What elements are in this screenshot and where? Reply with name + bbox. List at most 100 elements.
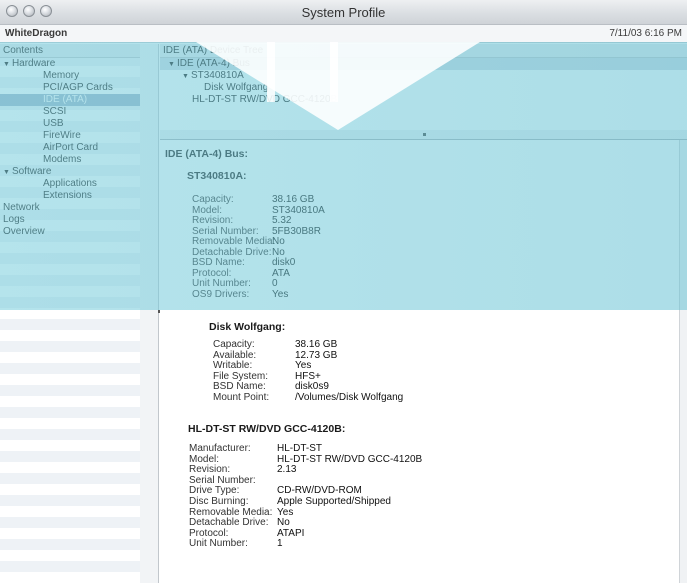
sidebar-item-label: AirPort Card <box>43 142 99 153</box>
info-bar: WhiteDragon 7/11/03 6:16 PM <box>0 25 687 43</box>
device-tree-header: IDE (ATA) Device Tree <box>160 44 687 58</box>
device-tree-list: ▼ IDE (ATA-4) Bus ▼ ST340810A Disk Wolfgang H… <box>160 58 687 106</box>
sidebar-header: Contents <box>0 44 140 58</box>
detail-field-row: Revision: 5.32 <box>192 216 291 226</box>
detail-pane: IDE (ATA-4) Bus: ST340810A: Disk Wolfgan… <box>160 140 680 583</box>
sidebar-item-label: SCSI <box>43 106 67 117</box>
detail-field-row: Manufacturer: HL-DT-ST <box>189 444 322 454</box>
field-value: 0 <box>272 278 278 289</box>
field-label: Available: <box>213 349 257 361</box>
field-value: 12.73 GB <box>295 349 338 361</box>
device-tree-row[interactable]: Disk Wolfgang <box>160 82 687 94</box>
detail-field-row: Model: ST340810A <box>192 204 325 216</box>
detail-field-row: File System: HFS+ <box>213 370 321 382</box>
detail-field-row: Writable: Yes <box>213 361 311 371</box>
sidebar-item-label: Network <box>3 202 40 213</box>
detail-field-row: Unit Number: 1 <box>189 539 283 549</box>
sidebar-item[interactable]: Overview <box>0 226 140 238</box>
sidebar-item[interactable]: Modems <box>0 154 140 166</box>
disclosure-triangle-icon[interactable]: ▼ <box>3 61 10 68</box>
sidebar-item[interactable]: Extensions <box>0 190 140 202</box>
device-tree-label: IDE (ATA-4) Bus <box>176 58 250 69</box>
detail-scrollbar[interactable] <box>679 140 687 583</box>
sidebar-item-label: Hardware <box>11 58 56 69</box>
field-label: Revision: <box>189 464 231 476</box>
device-tree-row[interactable]: ▼ ST340810A <box>160 70 687 82</box>
detail-field-row: Removable Media: Yes <box>189 507 293 518</box>
field-label: Detachable Drive: <box>192 246 272 258</box>
field-label: Serial Number: <box>189 474 256 486</box>
detail-field-row: Detachable Drive:No <box>192 246 285 258</box>
sidebar-item[interactable]: Applications <box>0 178 140 190</box>
device-tree-label: Disk Wolfgang <box>204 82 269 93</box>
device-tree-label: ST340810A <box>190 70 244 81</box>
field-value: ST340810A <box>272 204 325 216</box>
sidebar-item[interactable]: Logs <box>0 214 140 226</box>
sidebar-item[interactable]: USB <box>0 118 140 130</box>
volume-title: Disk Wolfgang: <box>209 321 286 333</box>
device-tree-pane: IDE (ATA) Device Tree ▼ IDE (ATA-4) Bus ▼ S… <box>160 44 687 131</box>
detail-field-row: BSD Name: disk0 <box>192 258 295 268</box>
field-label: BSD Name: <box>213 381 266 393</box>
sidebar-item[interactable]: AirPort Card <box>0 142 140 154</box>
title-bar: System Profile <box>0 0 687 25</box>
field-value: HFS+ <box>295 370 321 382</box>
detail-field-row: Capacity: 38.16 GB <box>213 340 337 350</box>
detail-field-row: OS9 Drivers: Yes <box>192 288 288 300</box>
field-value: disk0s9 <box>295 381 329 393</box>
field-label: Protocol: <box>189 527 229 539</box>
field-value: Yes <box>295 360 312 372</box>
sidebar-item[interactable]: Network <box>0 202 140 214</box>
sidebar-item-label: Memory <box>43 70 80 81</box>
drive1-title: ST340810A: <box>187 170 247 182</box>
sidebar-item-label: FireWire <box>43 130 81 141</box>
field-label: Capacity: <box>213 339 255 350</box>
sidebar-item[interactable]: IDE (ATA) <box>0 94 140 106</box>
field-label: Unit Number: <box>189 538 248 550</box>
detail-field-row: Unit Number: 0 <box>192 279 278 289</box>
sidebar-item[interactable]: ▼ Software <box>0 166 140 178</box>
field-label: Protocol: <box>192 267 232 279</box>
field-value: 5.32 <box>272 215 292 226</box>
field-value: No <box>272 236 285 247</box>
horizontal-splitter[interactable] <box>160 130 687 140</box>
disclosure-triangle-icon[interactable]: ▼ <box>168 61 175 68</box>
device-tree-label: HL-DT-ST RW/DVD GCC-4120B <box>192 94 338 105</box>
field-label: Revision: <box>192 215 234 226</box>
field-value: No <box>277 517 290 529</box>
sidebar-item-label: IDE (ATA) <box>43 94 88 105</box>
field-value: 1 <box>277 538 283 550</box>
sidebar-item-label: Modems <box>43 154 82 165</box>
field-value: No <box>272 246 285 258</box>
drive2-title: HL-DT-ST RW/DVD GCC-4120B: <box>188 423 346 435</box>
sidebar-item-label: Logs <box>3 214 25 225</box>
field-value: Apple Supported/Shipped <box>277 496 391 507</box>
disclosure-triangle-icon[interactable]: ▼ <box>3 169 10 176</box>
detail-field-row: Serial Number: <box>189 474 277 486</box>
sidebar-item[interactable]: PCI/AGP Cards <box>0 82 140 94</box>
disclosure-triangle-icon[interactable]: ▼ <box>182 73 189 80</box>
detail-field-row: BSD Name: disk0s9 <box>213 382 329 392</box>
field-label: Model: <box>192 204 223 216</box>
sidebar-item[interactable]: Memory <box>0 70 140 82</box>
sidebar-item[interactable]: FireWire <box>0 130 140 142</box>
sidebar-item-label: PCI/AGP Cards <box>43 82 113 93</box>
field-value: CD-RW/DVD-ROM <box>277 485 362 497</box>
sidebar-item[interactable]: ▼ Hardware <box>0 58 140 70</box>
detail-field-row: Available: 12.73 GB <box>213 349 338 361</box>
detail-field-row: Model: HL-DT-ST RW/DVD GCC-4120B <box>189 454 422 465</box>
field-label: BSD Name: <box>192 257 245 268</box>
device-tree-row[interactable]: ▼ IDE (ATA-4) Bus <box>160 58 687 70</box>
field-label: OS9 Drivers: <box>192 288 250 300</box>
detail-field-row: Disc Burning: Apple Supported/Shipped <box>189 497 391 507</box>
field-label: Unit Number: <box>192 278 251 289</box>
device-tree-row[interactable]: HL-DT-ST RW/DVD GCC-4120B <box>160 94 687 106</box>
field-label: Drive Type: <box>189 485 240 497</box>
sidebar-scrollbar[interactable] <box>140 44 159 583</box>
splitter-handle-icon[interactable] <box>423 133 426 136</box>
detail-field-row: Protocol: ATAPI <box>189 527 304 539</box>
field-value: /Volumes/Disk Wolfgang <box>295 392 404 403</box>
field-value: HL-DT-ST <box>277 443 322 454</box>
sidebar-item[interactable]: SCSI <box>0 106 140 118</box>
detail-field-row: Detachable Drive:No <box>189 518 290 528</box>
